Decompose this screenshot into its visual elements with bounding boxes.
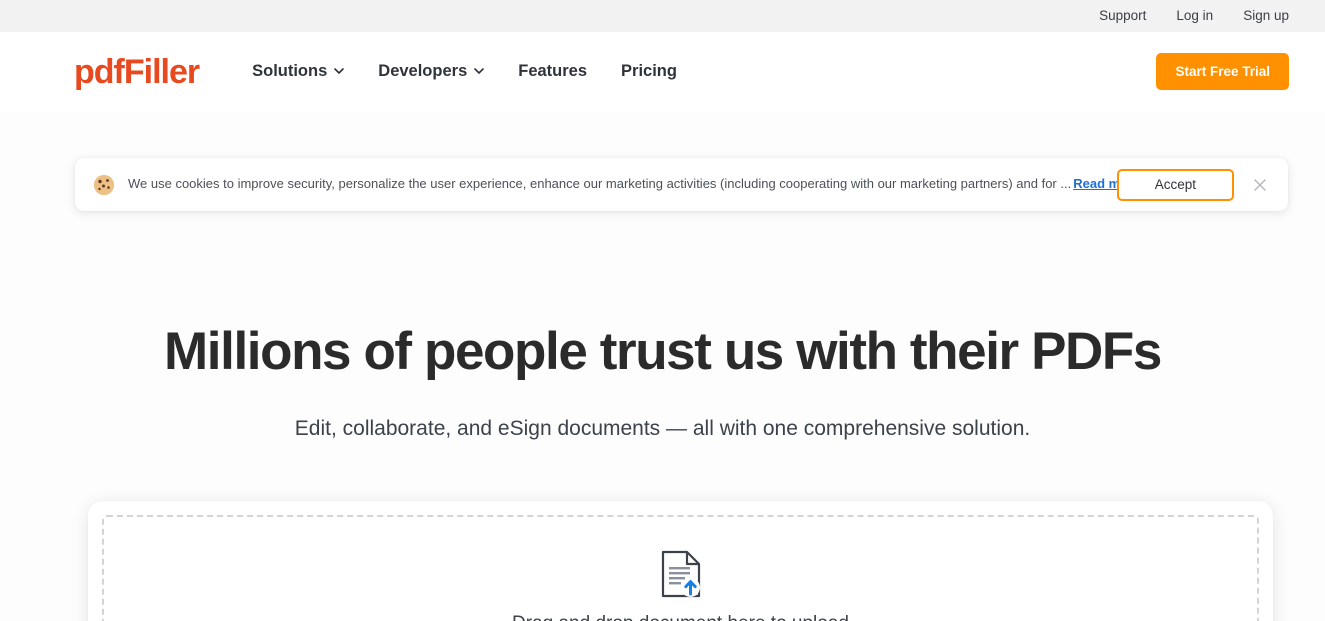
nav-item-developers[interactable]: Developers: [378, 62, 485, 81]
chevron-down-icon: [474, 66, 485, 76]
site-header: pdfFiller Solutions Developers Features …: [0, 32, 1325, 111]
page-title: Millions of people trust us with their P…: [164, 322, 1162, 381]
page-subtitle: Edit, collaborate, and eSign documents —…: [294, 417, 1031, 440]
main-navigation: Solutions Developers Features Pricing: [252, 62, 677, 81]
cookie-banner-text: We use cookies to improve security, pers…: [128, 176, 1117, 193]
document-upload-icon: [661, 550, 701, 598]
cookie-banner-message: We use cookies to improve security, pers…: [128, 176, 1072, 192]
upload-card: Drag and drop document here to upload Se…: [88, 501, 1273, 621]
page-body: We use cookies to improve security, pers…: [0, 111, 1325, 621]
read-more-link[interactable]: Read more: [1073, 176, 1117, 191]
nav-item-label: Developers: [378, 62, 468, 80]
nav-item-label: Pricing: [621, 62, 677, 80]
nav-item-features[interactable]: Features: [518, 62, 587, 81]
top-utility-bar: Support Log in Sign up: [0, 0, 1325, 32]
nav-item-solutions[interactable]: Solutions: [252, 62, 345, 81]
nav-item-label: Features: [518, 62, 588, 80]
chevron-down-icon: [334, 66, 345, 76]
pdffiller-logo[interactable]: pdfFiller: [74, 55, 200, 89]
nav-item-pricing[interactable]: Pricing: [621, 62, 677, 81]
support-link[interactable]: Support: [1099, 9, 1146, 23]
dropzone-label: Drag and drop document here to upload: [512, 613, 849, 621]
nav-item-label: Solutions: [252, 62, 328, 80]
start-free-trial-button[interactable]: Start Free Trial: [1156, 52, 1289, 91]
login-link[interactable]: Log in: [1176, 9, 1213, 23]
signup-link[interactable]: Sign up: [1243, 9, 1289, 23]
cookie-icon: [93, 174, 115, 196]
cookie-consent-banner: We use cookies to improve security, pers…: [75, 158, 1288, 211]
close-icon[interactable]: [1252, 177, 1268, 193]
file-dropzone[interactable]: Drag and drop document here to upload Se…: [102, 515, 1259, 621]
accept-cookies-button[interactable]: Accept: [1116, 168, 1234, 201]
